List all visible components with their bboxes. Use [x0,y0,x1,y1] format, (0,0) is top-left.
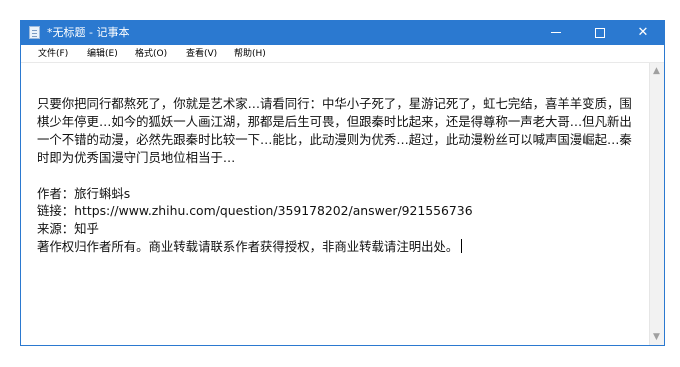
menu-format[interactable]: 格式(O) [135,48,167,60]
menu-file[interactable]: 文件(F) [38,48,68,60]
scroll-up-icon[interactable]: ▲ [653,66,660,76]
notepad-window: *无标题 - 记事本 ✕ 文件(F) 编辑(E) 格式(O) 查看(V) 帮助(… [20,20,665,346]
text-editor[interactable]: 只要你把同行都熬死了，你就是艺术家…请看同行：中华小子死了，星游记死了，虹七完结… [21,63,649,345]
window-title: *无标题 - 记事本 [47,26,130,39]
maximize-icon [595,27,605,38]
menu-edit[interactable]: 编辑(E) [87,48,118,60]
minimize-button[interactable] [534,21,578,45]
title-bar[interactable]: *无标题 - 记事本 ✕ [21,21,664,45]
menu-view[interactable]: 查看(V) [186,48,217,60]
editor-text: 只要你把同行都熬死了，你就是艺术家…请看同行：中华小子死了，星游记死了，虹七完结… [37,95,641,256]
close-button[interactable]: ✕ [621,21,665,45]
menu-bar: 文件(F) 编辑(E) 格式(O) 查看(V) 帮助(H) [21,45,664,63]
notepad-icon [29,26,40,39]
vertical-scrollbar[interactable]: ▲ ▼ [649,63,664,345]
minimize-icon [551,32,561,33]
close-icon: ✕ [637,25,649,40]
editor-content: 只要你把同行都熬死了，你就是艺术家…请看同行：中华小子死了，星游记死了，虹七完结… [37,96,632,255]
menu-help[interactable]: 帮助(H) [234,48,266,60]
maximize-button[interactable] [578,21,622,45]
scroll-down-icon[interactable]: ▼ [653,332,660,342]
text-caret [461,239,463,254]
